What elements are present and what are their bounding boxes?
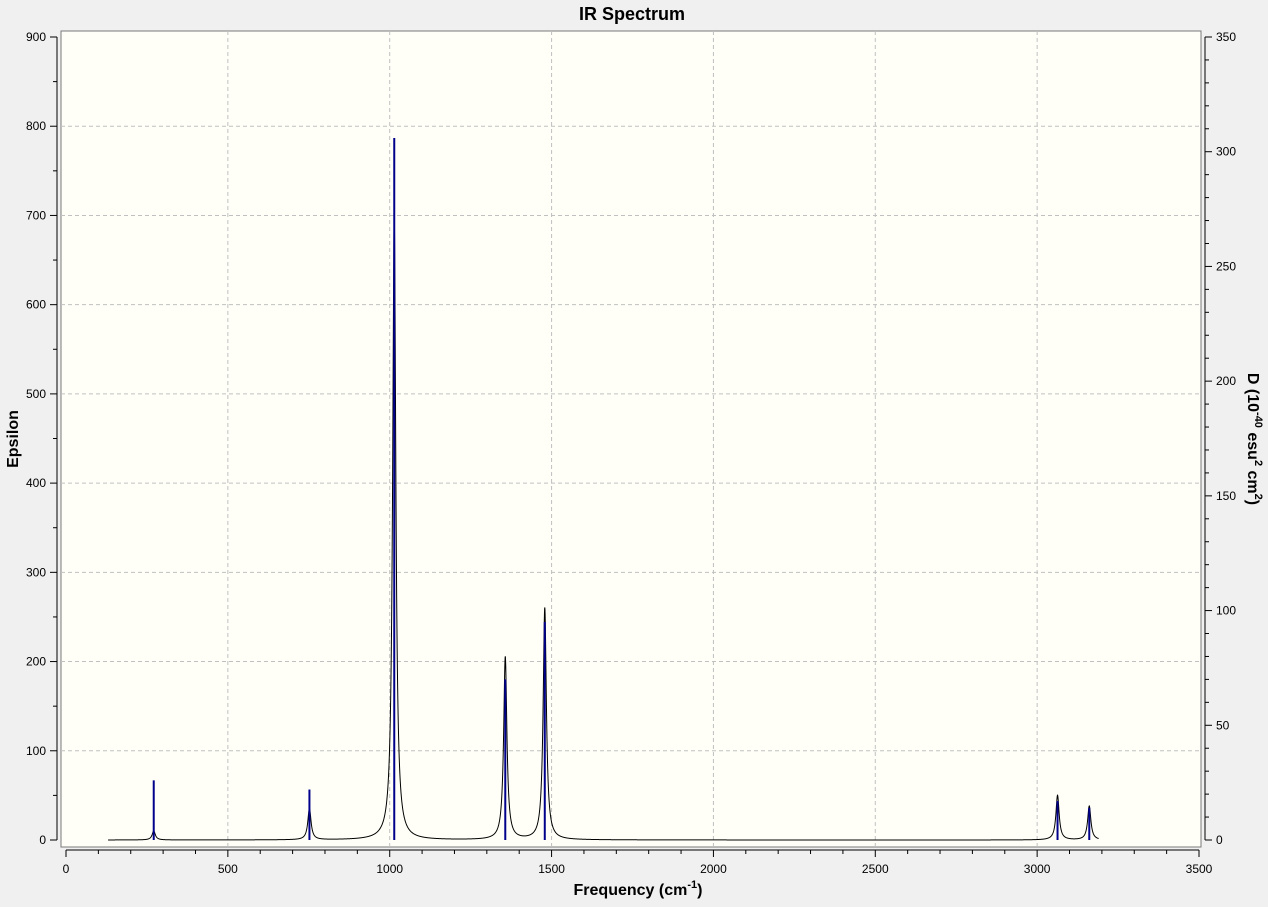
- y-right-tick-label: 100: [1216, 604, 1236, 618]
- chart-svg: 0 500 1000 1500 2000 2500 3000 3500010020030040…: [5, 4, 1264, 899]
- y-left-tick-label: 700: [26, 208, 46, 222]
- y-right-title-part3: cm: [1244, 466, 1261, 494]
- y-right-title-part1: D (10: [1244, 373, 1261, 412]
- y-right-tick-label: 50: [1216, 718, 1230, 732]
- x-tick-label: 2000: [700, 862, 727, 876]
- y-left-axis-title: Epsilon: [5, 410, 22, 468]
- plot-area: [60, 30, 1202, 848]
- x-axis-title-tail: ): [697, 882, 702, 899]
- x-axis-title-sup: -1: [687, 879, 697, 891]
- x-tick-label: 1500: [538, 862, 565, 876]
- y-right-tick-label: 250: [1216, 259, 1236, 273]
- y-right-tick-label: 300: [1216, 145, 1236, 159]
- y-left-tick-label: 100: [26, 744, 46, 758]
- x-tick-label: 0: [63, 862, 70, 876]
- y-right-tick-label: 150: [1216, 489, 1236, 503]
- chart-title: IR Spectrum: [579, 4, 685, 24]
- x-tick-label: 3000: [1024, 862, 1051, 876]
- y-left-tick-label: 200: [26, 655, 46, 669]
- y-left-tick-label: 300: [26, 565, 46, 579]
- x-tick-label: 2500: [862, 862, 889, 876]
- ir-spectrum-chart: 0 500 1000 1500 2000 2500 3000 3500 0 100 200 300 40…: [0, 0, 1268, 902]
- y-left-tick-label: 0: [39, 833, 46, 847]
- x-tick-label: 500: [218, 862, 238, 876]
- y-left-tick-label: 800: [26, 119, 46, 133]
- y-left-tick-label: 500: [26, 387, 46, 401]
- y-left-tick-label: 400: [26, 476, 46, 490]
- x-tick-label: 1000: [376, 862, 403, 876]
- y-right-tick-label: 200: [1216, 374, 1236, 388]
- y-right-title-tail: ): [1244, 500, 1261, 505]
- y-right-tick-label: 350: [1216, 30, 1236, 44]
- x-axis-title-main: Frequency (cm: [574, 882, 688, 899]
- y-right-tick-label: 0: [1216, 833, 1223, 847]
- y-right-title-sup1: -40: [1252, 412, 1264, 428]
- y-right-title-part2: esu: [1244, 428, 1261, 460]
- x-tick-label: 3500: [1186, 862, 1213, 876]
- y-right-axis-title: D (10-40 esu2 cm2): [1244, 373, 1264, 505]
- x-axis-title: Frequency (cm-1): [574, 879, 703, 899]
- y-left-tick-label: 900: [26, 30, 46, 44]
- y-left-tick-label: 600: [26, 298, 46, 312]
